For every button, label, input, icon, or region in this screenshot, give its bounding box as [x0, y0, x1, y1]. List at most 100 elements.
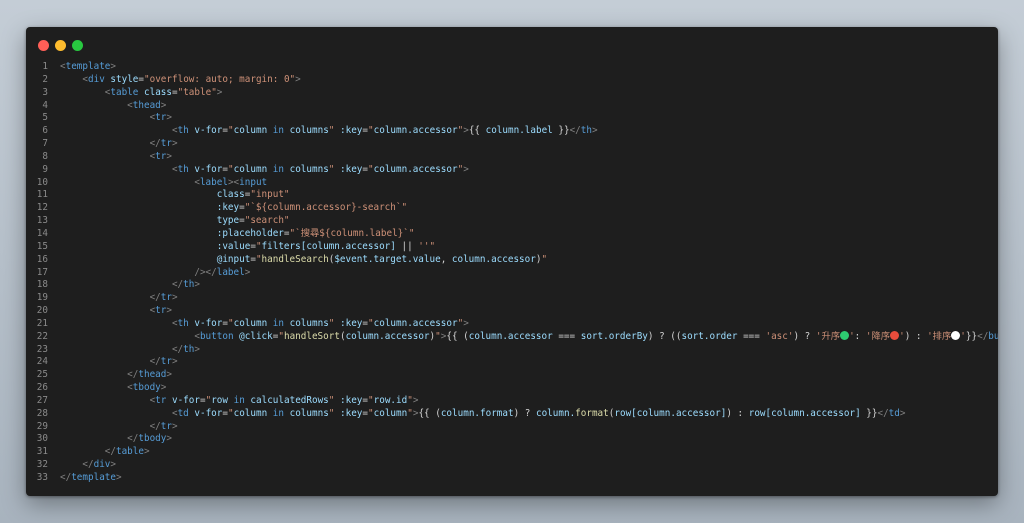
code-line: 27 <tr v-for="row in calculatedRows" :ke…: [26, 395, 998, 408]
code-token: div: [88, 73, 105, 85]
code-token: row[column.accessor]: [614, 407, 727, 419]
code-token: sort.orderBy: [580, 330, 648, 342]
code-token: in: [272, 317, 284, 329]
code-token: </: [127, 369, 139, 381]
line-number: 6: [42, 125, 48, 137]
line-number: 13: [36, 215, 48, 227]
code-token: v-for: [194, 317, 223, 329]
code-token: >: [899, 407, 906, 419]
code-token: th: [183, 343, 195, 355]
code-token: th: [177, 163, 189, 175]
code-token: /></: [194, 266, 217, 278]
line-number: 19: [36, 292, 48, 304]
code-token: </: [171, 343, 184, 355]
code-token: style: [110, 73, 139, 85]
code-token: @input: [216, 253, 251, 265]
line-content: </th>: [60, 344, 200, 357]
code-token: tr: [155, 112, 167, 124]
code-token: button: [199, 330, 234, 342]
code-token: >: [160, 99, 167, 111]
line-content: <tr>: [60, 112, 172, 125]
code-token: tr: [155, 394, 167, 406]
code-token: tr: [155, 305, 167, 317]
code-token: >: [412, 394, 419, 406]
code-line: 1 <template>: [26, 61, 998, 74]
code-token: :key: [216, 202, 240, 214]
code-token: column.accessor: [373, 163, 458, 175]
line-content: <tr v-for="row in calculatedRows" :key="…: [60, 394, 419, 408]
code-token: >: [166, 433, 172, 445]
code-token: handleSearch: [261, 253, 329, 265]
code-line: 3 <table class="table">: [26, 87, 998, 100]
code-line: 12 :key="`${column.accessor}-search`": [26, 202, 998, 215]
code-token: :key: [340, 163, 363, 175]
line-number: 30: [36, 433, 48, 445]
code-token: column.accessor: [373, 317, 458, 329]
code-token: >: [463, 163, 469, 175]
code-line: 10 <label><input: [26, 177, 998, 190]
line-number: 16: [36, 253, 48, 265]
code-token: >: [166, 112, 172, 124]
line-number: 26: [36, 382, 48, 394]
code-token: :key: [340, 394, 363, 406]
code-token: </: [82, 459, 94, 471]
code-token: calculatedRows: [250, 394, 329, 406]
code-token: >: [115, 472, 122, 483]
code-token: column.format: [440, 407, 514, 419]
code-token: >: [171, 420, 178, 432]
circle-emoji-icon: [951, 330, 961, 340]
line-content: <th v-for="column in columns" :key="colu…: [60, 318, 469, 331]
line-number: 8: [42, 150, 48, 162]
code-token: >: [295, 73, 301, 85]
code-token: {{ (: [418, 407, 441, 419]
code-token: '降序: [865, 330, 891, 342]
code-line: 7 </tr>: [26, 138, 998, 151]
maximize-window-icon[interactable]: [72, 40, 83, 51]
code-line: 6 <th v-for="column in columns" :key="co…: [26, 125, 998, 138]
code-line: 2 <div style="overflow: auto; margin: 0"…: [26, 74, 998, 87]
code-token: v-for: [194, 407, 223, 419]
code-token: 'asc': [765, 330, 794, 342]
code-token: handleSort: [283, 330, 340, 342]
code-line: 13 type="search": [26, 215, 998, 228]
line-content: <thead>: [60, 100, 166, 113]
line-number: 31: [36, 446, 48, 458]
code-token: column.accessor: [345, 330, 430, 342]
code-line: 25 </thead>: [26, 369, 998, 382]
code-token: {{: [468, 125, 486, 137]
code-token: ) ? ((: [647, 330, 682, 342]
code-line: 33 </template>: [26, 472, 998, 485]
line-number: 2: [42, 73, 48, 85]
line-number: 10: [36, 176, 48, 188]
line-number: 23: [36, 343, 48, 355]
line-number: 22: [36, 330, 48, 342]
code-token: </: [149, 356, 161, 368]
code-token: ,: [440, 253, 452, 265]
line-content: type="search": [60, 215, 290, 228]
code-token: @click: [239, 330, 273, 342]
code-token: table: [115, 446, 144, 458]
line-content: class="input": [60, 189, 290, 202]
line-content: <label><input: [60, 177, 267, 190]
code-token: column.label: [485, 125, 553, 137]
line-number: 15: [36, 240, 48, 252]
code-token: column.accessor: [373, 125, 458, 137]
line-content: </tbody>: [60, 433, 172, 446]
code-token: label: [199, 176, 228, 188]
code-token: >: [160, 382, 167, 394]
code-token: >: [216, 86, 223, 98]
code-token: :placeholder: [216, 227, 284, 239]
line-number: 29: [36, 420, 48, 432]
line-number: 3: [42, 86, 48, 98]
code-line: 20 <tr>: [26, 305, 998, 318]
code-token: column: [233, 125, 268, 137]
line-content: </tr>: [60, 421, 178, 434]
minimize-window-icon[interactable]: [55, 40, 66, 51]
line-content: </template>: [60, 472, 122, 485]
close-window-icon[interactable]: [38, 40, 49, 51]
line-number: 27: [36, 394, 48, 406]
code-token: :: [854, 330, 866, 342]
code-token: </: [104, 446, 116, 458]
code-token: thead: [132, 99, 161, 111]
code-token: </: [149, 420, 161, 432]
